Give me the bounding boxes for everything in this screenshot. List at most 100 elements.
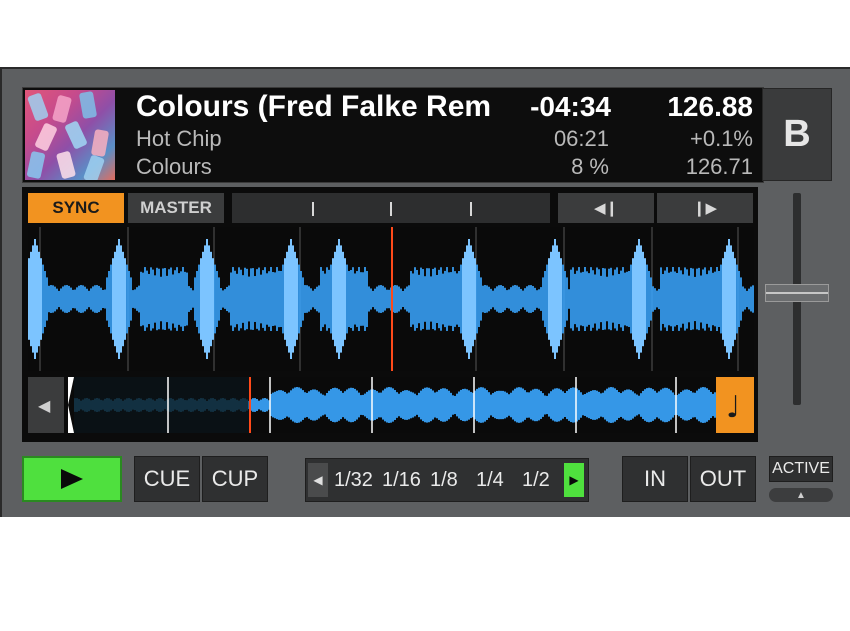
- overview-slice: [384, 388, 386, 422]
- overview-slice: [516, 387, 518, 423]
- waveform-slice: [592, 270, 594, 328]
- waveform-slice: [490, 288, 492, 310]
- overview-slice: [632, 391, 634, 419]
- beatjump-forward-icon: ❙▶: [692, 200, 718, 217]
- waveform-graphic: [28, 227, 754, 371]
- loop-active-button[interactable]: ACTIVE: [769, 456, 833, 482]
- waveform-slice: [310, 288, 312, 310]
- waveform-slice: [96, 285, 98, 313]
- waveform-slice: [136, 287, 138, 311]
- fader-handle[interactable]: [765, 284, 829, 302]
- waveform-slice: [338, 239, 340, 359]
- waveform-slice: [36, 245, 38, 353]
- overview-slice: [652, 389, 654, 421]
- overview-slice: [646, 388, 648, 422]
- sync-button[interactable]: SYNC: [28, 193, 124, 223]
- waveform-slice: [678, 267, 680, 331]
- overview-slice: [648, 387, 650, 423]
- master-button[interactable]: MASTER: [128, 193, 224, 223]
- waveform-slice: [444, 270, 446, 328]
- overview-slice: [454, 395, 456, 415]
- waveform-slice: [250, 268, 252, 330]
- track-overview[interactable]: ◀ ♩: [28, 377, 754, 433]
- waveform-slice: [752, 285, 754, 313]
- overview-slice: [714, 392, 716, 418]
- waveform-slice: [710, 267, 712, 331]
- overview-slice: [510, 392, 512, 418]
- active-expand-button[interactable]: ▲: [769, 488, 833, 502]
- overview-slice: [460, 389, 462, 421]
- waveform-slice: [684, 267, 686, 331]
- overview-slice: [294, 387, 296, 423]
- waveform-slice: [100, 287, 102, 311]
- waveform-slice: [304, 285, 306, 313]
- loop-in-button[interactable]: IN: [622, 456, 688, 502]
- waveform-slice: [122, 251, 124, 347]
- overview-slice: [692, 392, 694, 418]
- loop-size-item[interactable]: 1/8: [430, 459, 458, 501]
- loop-size-item[interactable]: 1/32: [334, 459, 373, 501]
- overview-slice: [710, 391, 712, 419]
- overview-slice: [330, 389, 332, 421]
- waveform-slice: [388, 289, 390, 309]
- waveform-slice: [216, 271, 218, 327]
- overview-slice: [650, 388, 652, 422]
- overview-slice: [462, 388, 464, 422]
- waveform-slice: [586, 271, 588, 327]
- waveform-slice: [552, 245, 554, 353]
- waveform-slice: [198, 264, 200, 334]
- waveform-slice: [276, 267, 278, 331]
- overview-slice: [532, 389, 534, 421]
- overview-slice: [478, 387, 480, 423]
- waveform-slice: [674, 271, 676, 327]
- waveform-slice: [516, 285, 518, 313]
- waveform-slice: [540, 287, 542, 311]
- beatjump-back-button[interactable]: ◀❙: [558, 193, 654, 223]
- cup-button[interactable]: CUP: [202, 456, 268, 502]
- overview-slice: [396, 392, 398, 418]
- waveform-slice: [412, 273, 414, 325]
- cue-button[interactable]: CUE: [134, 456, 200, 502]
- overview-slice: [390, 387, 392, 423]
- overview-slice: [380, 392, 382, 418]
- waveform-slice: [110, 264, 112, 334]
- overview-slice: [582, 394, 584, 416]
- tempo-fader[interactable]: [762, 187, 832, 442]
- overview-slice: [672, 392, 674, 418]
- overview-slice: [430, 388, 432, 422]
- overview-slice: [522, 388, 524, 422]
- waveform-slice: [316, 286, 318, 312]
- waveform-slice: [740, 277, 742, 321]
- loop-out-button[interactable]: OUT: [690, 456, 756, 502]
- overview-slice: [480, 387, 482, 423]
- waveform-slice: [532, 286, 534, 312]
- overview-slice: [438, 390, 440, 420]
- loop-prev-button[interactable]: ◀: [308, 463, 328, 497]
- overview-slice: [348, 388, 350, 422]
- waveform-slice: [212, 258, 214, 340]
- waveform-slice: [472, 251, 474, 347]
- beatjump-forward-button[interactable]: ❙▶: [657, 193, 753, 223]
- play-button[interactable]: [22, 456, 122, 502]
- loop-size-item[interactable]: 1/2: [522, 459, 550, 501]
- loop-size-item[interactable]: 1/16: [382, 459, 421, 501]
- waveform-slice: [742, 286, 744, 312]
- waveform-slice: [548, 258, 550, 340]
- track-album: Colours: [136, 154, 212, 179]
- track-title: Colours (Fred Falke Rem: [136, 90, 492, 123]
- overview-slice: [614, 388, 616, 422]
- waveform-slice: [420, 267, 422, 331]
- loop-next-button[interactable]: ▶: [564, 463, 584, 497]
- waveform-slice: [274, 272, 276, 326]
- overview-slice: [514, 388, 516, 422]
- stripe-waveform[interactable]: [28, 227, 754, 371]
- overview-slice: [468, 390, 470, 420]
- deck-letter[interactable]: B: [762, 88, 832, 181]
- overview-slice: [486, 390, 488, 420]
- waveform-slice: [596, 267, 598, 331]
- waveform-slice: [188, 286, 190, 312]
- overview-slice: [566, 390, 568, 420]
- overview-slice: [254, 398, 256, 412]
- waveform-slice: [726, 245, 728, 353]
- loop-size-item[interactable]: 1/4: [476, 459, 504, 501]
